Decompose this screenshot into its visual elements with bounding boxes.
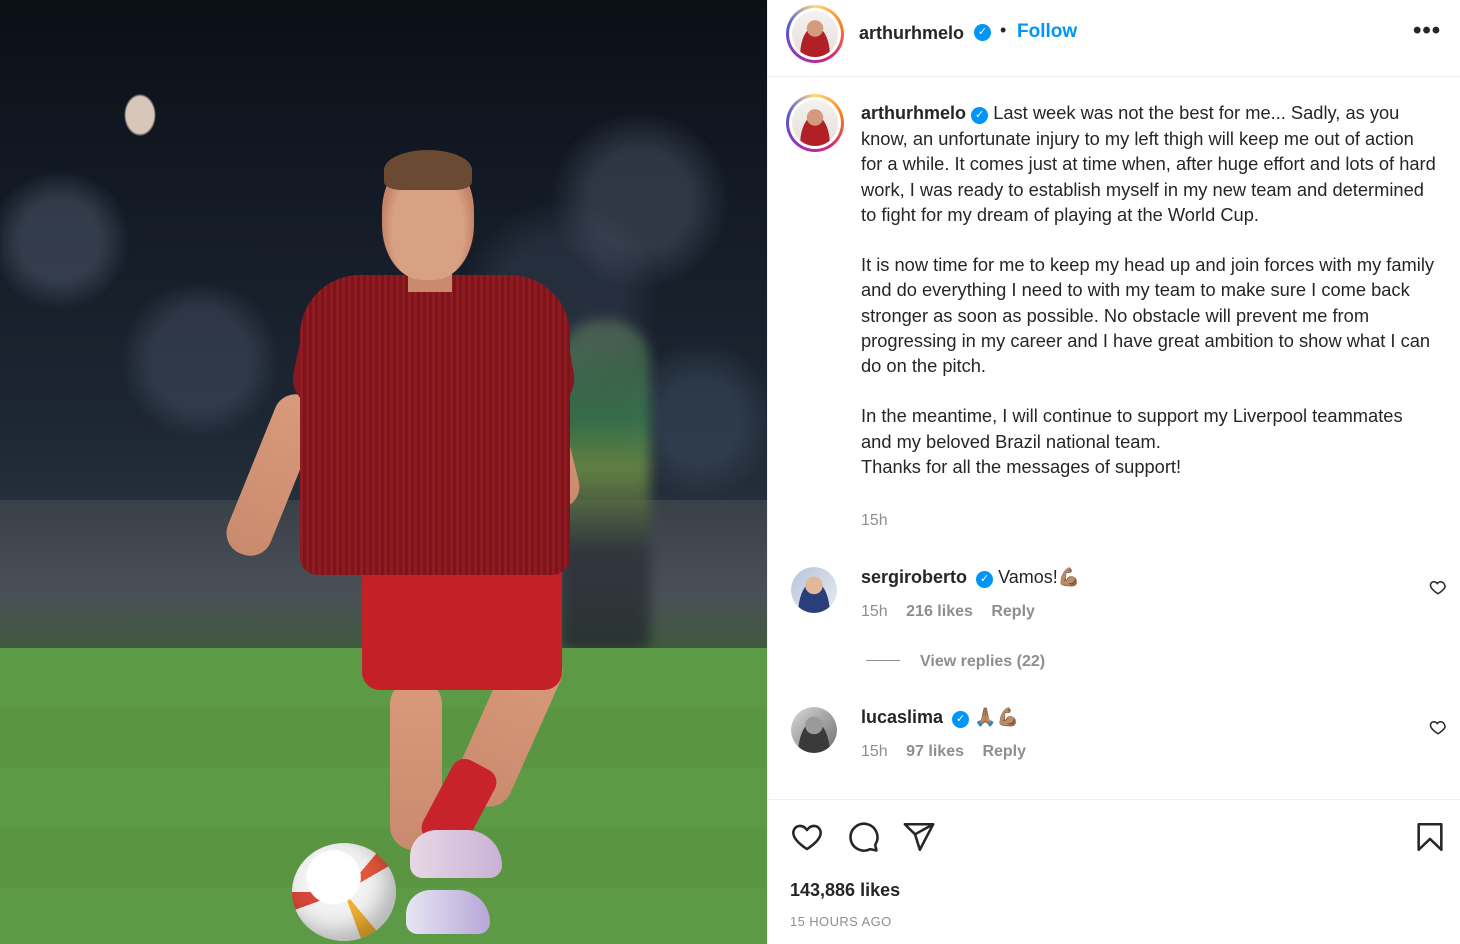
comment-line: sergiroberto ✓ Vamos!💪🏽: [861, 567, 1080, 588]
comment-avatar[interactable]: [791, 567, 837, 613]
comment-likes[interactable]: 97 likes: [906, 743, 964, 760]
player-figure: [219, 150, 585, 940]
comment-time: 15h: [861, 603, 888, 620]
football: [292, 843, 396, 941]
verified-badge-icon: ✓: [974, 24, 991, 41]
player-boot-right: [410, 830, 502, 878]
comment-username[interactable]: sergiroberto: [861, 567, 967, 587]
comment-line: lucaslima ✓ 🙏🏽💪🏽: [861, 707, 1019, 728]
follow-button[interactable]: Follow: [1017, 21, 1077, 43]
player-shirt: [300, 275, 570, 575]
caption-author-username[interactable]: arthurhmelo: [861, 103, 966, 123]
post-details-panel: arthurhmelo ✓ • Follow ••• arthurhmelo ✓…: [767, 0, 1460, 944]
comment-reply-button[interactable]: Reply: [982, 743, 1026, 760]
player-hair: [384, 150, 472, 190]
post-actions-bar: 143,886 likes 15 HOURS AGO: [768, 799, 1460, 944]
comment-time: 15h: [861, 743, 888, 760]
comment-text: Vamos!: [998, 567, 1058, 587]
author-username[interactable]: arthurhmelo: [859, 23, 964, 44]
heart-icon[interactable]: [790, 820, 824, 854]
comment-verified-badge-icon: ✓: [952, 711, 970, 728]
post-image[interactable]: [0, 0, 767, 944]
caption-verified-badge-icon: ✓: [971, 107, 989, 124]
paper-plane-icon[interactable]: [902, 820, 936, 854]
comment-emoji: 🙏🏽💪🏽: [974, 707, 1019, 727]
comment-avatar[interactable]: [791, 707, 837, 753]
bookmark-icon[interactable]: [1413, 820, 1447, 854]
caption-timestamp: 15h: [861, 512, 888, 529]
comment-like-heart-icon[interactable]: [1429, 578, 1447, 596]
comment-verified-badge-icon: ✓: [976, 571, 994, 588]
view-replies-link[interactable]: View replies (22): [866, 653, 1045, 671]
comment-username[interactable]: lucaslima: [861, 707, 943, 727]
view-replies-label[interactable]: View replies (22): [920, 653, 1045, 670]
more-options-icon[interactable]: •••: [1413, 17, 1441, 45]
player-boot-left: [406, 890, 490, 934]
caption-body: Last week was not the best for me... Sad…: [861, 102, 1436, 477]
comment-emoji: 💪🏽: [1057, 567, 1081, 587]
comment-meta: 15h 97 likes Reply: [861, 743, 1040, 761]
post-timestamp: 15 HOURS AGO: [790, 914, 892, 929]
caption-author-avatar[interactable]: [786, 94, 844, 152]
likes-count[interactable]: 143,886 likes: [790, 880, 900, 901]
post-header: arthurhmelo ✓ • Follow •••: [768, 0, 1460, 77]
comment-likes[interactable]: 216 likes: [906, 603, 973, 620]
author-avatar[interactable]: [786, 5, 844, 63]
comment-icon[interactable]: [846, 820, 880, 854]
comment-reply-button[interactable]: Reply: [991, 603, 1035, 620]
comment-like-heart-icon[interactable]: [1429, 718, 1447, 736]
separator-dot: •: [1000, 20, 1007, 40]
comment-meta: 15h 216 likes Reply: [861, 603, 1049, 621]
replies-divider: [866, 660, 900, 661]
caption-text-block: arthurhmelo ✓ Last week was not the best…: [861, 100, 1436, 479]
